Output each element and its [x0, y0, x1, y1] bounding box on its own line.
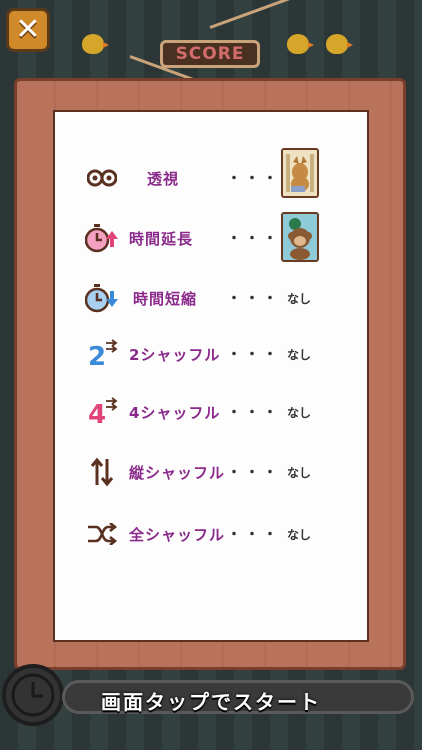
item-label: 2シャッフル	[129, 345, 221, 364]
bird-icon	[326, 34, 353, 54]
item-dots: ・・・	[227, 465, 281, 481]
item-label: 4シャッフル	[129, 403, 221, 422]
bird-icon	[287, 34, 314, 54]
close-button[interactable]: ✕	[6, 8, 50, 52]
list-item: 2 2シャッフル ・・・ なし	[55, 332, 367, 376]
item-value: なし	[287, 465, 312, 480]
item-dots: ・・・	[227, 171, 281, 187]
item-value: なし	[287, 405, 312, 420]
list-item: 時間短縮 ・・・ なし	[55, 276, 367, 320]
item-label: 全シャッフル	[129, 525, 226, 544]
vertical-shuffle-icon	[85, 455, 119, 489]
item-value: なし	[287, 527, 312, 542]
list-item: 縦シャッフル ・・・ なし	[55, 450, 367, 494]
svg-text:2: 2	[88, 342, 106, 369]
monkey-card-image	[281, 212, 319, 262]
cat-card-image	[281, 148, 319, 198]
item-dots: ・・・	[227, 347, 281, 363]
binoculars-icon	[85, 161, 119, 195]
list-item: 全シャッフル ・・・ なし	[55, 512, 367, 556]
item-dots: ・・・	[227, 405, 281, 421]
item-label: 透視	[147, 169, 180, 188]
shuffle-2-icon: 2	[85, 337, 119, 371]
item-value: なし	[287, 347, 312, 362]
timer-down-icon	[85, 281, 119, 315]
item-list-card: 透視 ・・・ 時間延長 ・・・ 時間短縮 ・・・ なし 2 2シャッフル ・・・…	[53, 110, 369, 642]
item-value: なし	[287, 291, 312, 306]
shuffle-4-icon: 4	[85, 395, 119, 429]
item-dots: ・・・	[227, 231, 281, 247]
all-shuffle-icon	[85, 517, 119, 551]
list-item: 透視 ・・・	[55, 148, 367, 200]
bird-icon	[82, 34, 109, 54]
item-dots: ・・・	[227, 527, 281, 543]
score-sign: SCORE	[160, 40, 260, 68]
close-icon: ✕	[15, 12, 41, 47]
timer-up-icon	[85, 221, 119, 255]
item-dots: ・・・	[227, 291, 281, 307]
item-label: 縦シャッフル	[129, 463, 226, 482]
list-item: 時間延長 ・・・	[55, 212, 367, 262]
item-label: 時間短縮	[133, 289, 198, 308]
list-item: 4 4シャッフル ・・・ なし	[55, 390, 367, 434]
svg-text:4: 4	[88, 400, 106, 427]
item-label: 時間延長	[129, 229, 194, 248]
tap-to-start-text[interactable]: 画面タップでスタート	[0, 686, 422, 715]
